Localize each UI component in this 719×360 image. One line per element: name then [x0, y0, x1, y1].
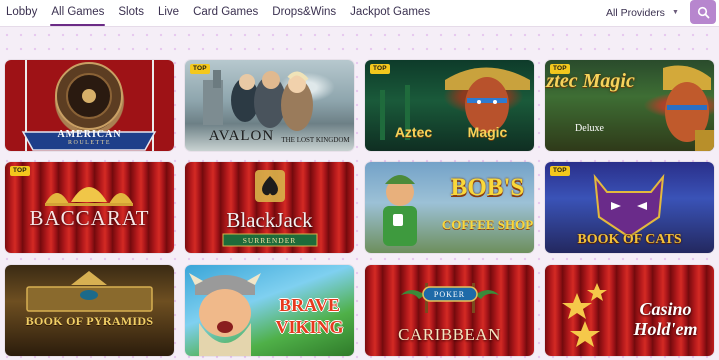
top-badge: TOP	[10, 166, 30, 176]
tab-slots[interactable]: Slots	[111, 0, 151, 27]
tab-drops-wins[interactable]: Drops&Wins	[265, 0, 343, 27]
game-title: BOB'S	[450, 174, 525, 201]
game-title: BRAVE	[279, 295, 340, 315]
providers-label: All Providers	[606, 6, 665, 19]
chevron-down-icon: ▼	[671, 9, 679, 16]
game-tile-brave-viking[interactable]: BRAVE VIKING	[185, 265, 354, 356]
tab-jackpot-games[interactable]: Jackpot Games	[343, 0, 437, 27]
game-tile-book-of-cats[interactable]: TOP BOOK OF CATS	[545, 162, 714, 253]
game-title: BlackJack	[226, 208, 313, 232]
game-title: POKER	[433, 290, 466, 299]
search-icon	[697, 6, 709, 18]
game-title: BACCARAT	[29, 206, 150, 230]
game-subtitle: CARIBBEAN	[398, 325, 501, 344]
game-tile-baccarat[interactable]: TOP BACCARAT	[5, 162, 174, 253]
tab-card-games[interactable]: Card Games	[186, 0, 265, 27]
game-tile-book-of-pyramids[interactable]: BOOK OF PYRAMIDS	[5, 265, 174, 356]
game-tile-aztec-magic[interactable]: TOP Aztec Magic	[365, 60, 534, 151]
game-subtitle: ROULETTE	[68, 140, 111, 146]
providers-dropdown[interactable]: All Providers ▼	[606, 0, 679, 25]
top-badge: TOP	[370, 64, 390, 74]
tab-live[interactable]: Live	[151, 0, 186, 27]
category-tabs: Lobby All Games Slots Live Card Games Dr…	[0, 0, 437, 27]
game-subtitle: SURRENDER	[242, 236, 297, 245]
game-tile-aztec-magic-deluxe[interactable]: TOP Aztec Magic Deluxe	[545, 60, 714, 151]
tab-all-games[interactable]: All Games	[44, 0, 111, 27]
game-subtitle: COFFEE SHOP	[441, 217, 534, 232]
top-badge: TOP	[190, 64, 210, 74]
game-tile-poker-caribbean[interactable]: POKER CARIBBEAN	[365, 265, 534, 356]
game-title: BOOK OF PYRAMIDS	[25, 314, 154, 328]
game-subtitle: Hold'em	[633, 319, 698, 339]
game-subtitle: THE LOST KINGDOM	[281, 136, 350, 144]
game-tile-avalon[interactable]: TOP AVALON THE LOST KINGDOM	[185, 60, 354, 151]
game-tile-blackjack-surrender[interactable]: BlackJack SURRENDER	[185, 162, 354, 253]
top-badge: TOP	[550, 166, 570, 176]
search-button[interactable]	[690, 0, 716, 24]
game-title: Aztec Magic	[545, 70, 635, 92]
game-title: AMERICAN	[57, 129, 122, 140]
game-tile-bobs-coffee-shop[interactable]: BOB'S COFFEE SHOP	[365, 162, 534, 253]
game-title: BOOK OF CATS	[577, 232, 682, 247]
game-subtitle: Deluxe	[575, 123, 604, 134]
top-navigation-bar: Lobby All Games Slots Live Card Games Dr…	[0, 0, 719, 27]
game-tile-american-roulette[interactable]: AMERICAN ROULETTE	[5, 60, 174, 151]
game-subtitle: VIKING	[275, 317, 344, 337]
tab-lobby[interactable]: Lobby	[0, 0, 44, 27]
game-subtitle: Magic	[467, 124, 508, 140]
pyramid-book-art	[26, 271, 153, 312]
game-title: Casino	[639, 299, 692, 319]
game-tile-casino-holdem[interactable]: Casino Hold'em	[545, 265, 714, 356]
